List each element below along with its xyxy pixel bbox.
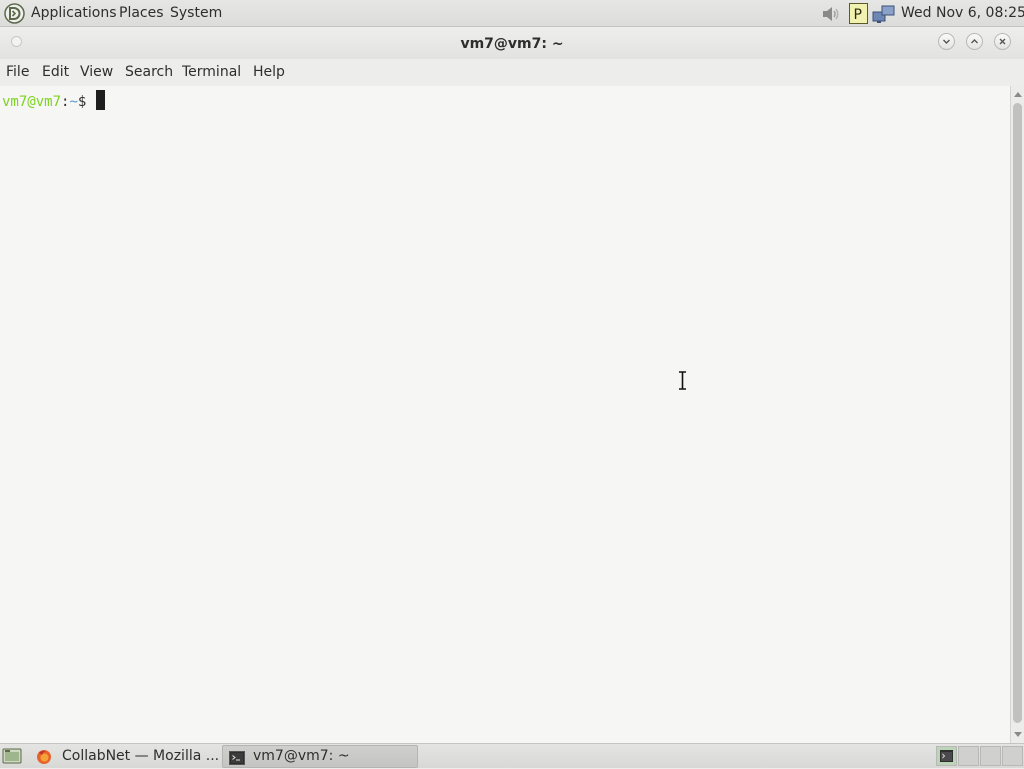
menu-help[interactable]: Help [253,59,285,86]
terminal-menubar: File Edit View Search Terminal Help [0,59,1024,86]
menu-terminal[interactable]: Terminal [182,59,241,86]
menu-file[interactable]: File [6,59,29,86]
workspace-4[interactable] [1002,746,1023,766]
menu-places[interactable]: Places [119,0,164,27]
scrollbar-thumb[interactable] [1013,103,1022,723]
scroll-down-icon[interactable] [1014,732,1022,738]
prompt-line: vm7@vm7:~$ [2,90,105,111]
workspace-switcher[interactable] [936,746,1023,766]
prompt-symbol: $ [77,94,95,110]
taskbar-item-firefox[interactable]: CollabNet — Mozilla ... [30,745,220,768]
taskbar-item-label: CollabNet — Mozilla ... [62,748,220,764]
mate-logo-icon[interactable] [4,3,25,24]
menu-applications[interactable]: Applications [31,0,117,27]
terminal-icon [229,751,245,765]
menu-edit[interactable]: Edit [42,59,69,86]
menu-system[interactable]: System [170,0,222,27]
p-indicator-icon[interactable]: P [849,3,868,24]
text-cursor [95,90,105,110]
menu-view[interactable]: View [80,59,113,86]
scroll-up-icon[interactable] [1014,91,1022,97]
bottom-panel: CollabNet — Mozilla ... vm7@vm7: ~ [0,743,1024,768]
svg-text:P: P [854,7,862,23]
workspace-2[interactable] [958,746,979,766]
window-title: vm7@vm7: ~ [460,36,564,52]
prompt-path: ~ [69,94,78,110]
terminal-mini-icon [940,750,953,762]
close-button[interactable] [994,33,1011,50]
chevron-up-icon [971,39,978,44]
volume-icon[interactable] [820,4,842,24]
minimize-button[interactable] [938,33,955,50]
network-icon[interactable] [872,4,896,24]
close-icon [999,38,1006,45]
workspace-1[interactable] [936,746,957,766]
top-panel: Applications Places System P Wed Nov 6, … [0,0,1024,27]
maximize-button[interactable] [966,33,983,50]
firefox-icon [37,750,51,764]
chevron-down-icon [943,39,950,44]
menu-search[interactable]: Search [125,59,173,86]
vertical-scrollbar[interactable] [1010,86,1024,743]
taskbar-item-terminal[interactable]: vm7@vm7: ~ [222,745,418,768]
taskbar-item-label: vm7@vm7: ~ [253,748,350,764]
terminal-area[interactable]: vm7@vm7:~$ [0,86,1010,743]
ibeam-cursor-icon [679,371,686,390]
clock[interactable]: Wed Nov 6, 08:25 [901,0,1024,27]
workspace-3[interactable] [980,746,1001,766]
prompt-user-host: vm7@vm7 [2,94,62,110]
show-desktop-icon[interactable] [2,747,22,765]
window-titlebar[interactable]: vm7@vm7: ~ [0,27,1024,59]
